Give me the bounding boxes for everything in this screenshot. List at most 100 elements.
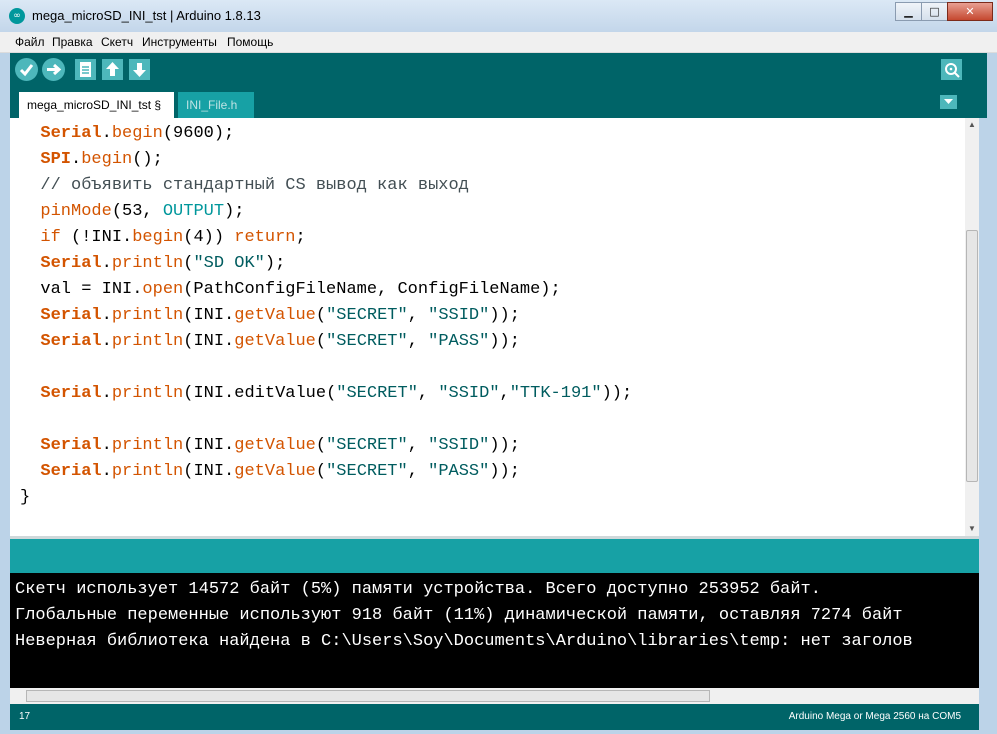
tab-menu-button[interactable] — [940, 95, 957, 109]
open-sketch-button[interactable] — [102, 59, 123, 80]
scrollbar-thumb[interactable] — [966, 230, 978, 482]
code-token: (9600); — [162, 124, 235, 143]
code-token: ); — [224, 202, 245, 221]
editor-vertical-scrollbar[interactable]: ▲ ▼ — [965, 118, 979, 536]
code-line: if (!INI.begin(4)) return; — [20, 225, 306, 251]
code-token: )); — [489, 332, 520, 351]
code-editor[interactable]: Serial.begin(9600); SPI.begin(); // объя… — [10, 118, 965, 536]
code-line: Serial.println("SD OK"); — [20, 251, 285, 277]
code-token: (INI. — [183, 306, 235, 325]
scrollbar-thumb[interactable] — [26, 690, 710, 702]
tab-ini-file[interactable]: INI_File.h — [178, 92, 254, 118]
code-token: Serial — [40, 384, 102, 403]
code-line: } — [20, 485, 30, 511]
close-button[interactable]: ✕ — [947, 2, 993, 21]
menu-file[interactable]: Файл — [15, 35, 45, 49]
serial-monitor-icon — [945, 63, 960, 78]
code-token: (INI.editValue( — [183, 384, 337, 403]
code-token: begin — [81, 150, 133, 169]
console-horizontal-scrollbar[interactable] — [10, 688, 979, 704]
menu-tools[interactable]: Инструменты — [142, 35, 217, 49]
code-line: Serial.println(INI.editValue("SECRET", "… — [20, 381, 632, 407]
code-token: pinMode — [40, 202, 112, 221]
code-token: ( — [315, 436, 327, 455]
code-token: . — [101, 332, 112, 351]
code-token: OUTPUT — [162, 202, 225, 221]
code-token: )); — [489, 306, 520, 325]
code-line: Serial.println(INI.getValue("SECRET", "S… — [20, 303, 520, 329]
console-line: Скетч использует 14572 байт (5%) памяти … — [15, 580, 821, 599]
message-bar — [10, 539, 979, 573]
code-token: (PathConfigFileName, ConfigFileName); — [183, 280, 561, 299]
code-token: getValue — [234, 462, 316, 481]
code-token: "SSID" — [428, 306, 490, 325]
code-token: Serial — [40, 124, 102, 143]
verify-button[interactable] — [15, 58, 38, 81]
code-token: getValue — [234, 436, 316, 455]
code-token: SPI — [40, 150, 72, 169]
upload-icon — [47, 63, 62, 76]
code-token: (!INI. — [60, 228, 133, 247]
code-token: return — [234, 228, 296, 247]
save-sketch-button[interactable] — [129, 59, 150, 80]
tab-main-sketch[interactable]: mega_microSD_INI_tst § — [19, 92, 174, 118]
code-token: , — [407, 436, 429, 455]
code-token: println — [111, 384, 184, 403]
code-token: ; — [295, 228, 306, 247]
menu-help[interactable]: Помощь — [227, 35, 273, 49]
maximize-button[interactable]: □ — [921, 2, 948, 21]
code-token: (INI. — [183, 462, 235, 481]
code-token: , — [407, 462, 429, 481]
code-line: pinMode(53, OUTPUT); — [20, 199, 244, 225]
code-token: ( — [315, 332, 327, 351]
code-token: , — [417, 384, 439, 403]
line-number: 17 — [19, 711, 31, 722]
code-token: "PASS" — [428, 332, 490, 351]
code-token: println — [111, 254, 184, 273]
code-token: "SECRET" — [336, 384, 418, 403]
new-sketch-button[interactable] — [75, 59, 96, 80]
code-token: , — [407, 332, 429, 351]
code-token: "TTK-191" — [509, 384, 602, 403]
code-token: ); — [264, 254, 286, 273]
code-token: "SSID" — [428, 436, 490, 455]
new-icon — [80, 62, 91, 77]
serial-monitor-button[interactable] — [941, 59, 962, 80]
code-line: Serial.println(INI.getValue("SECRET", "S… — [20, 433, 520, 459]
menu-bar: Файл Правка Скетч Инструменты Помощь — [0, 32, 997, 53]
code-token: Serial — [40, 332, 102, 351]
scroll-down-icon[interactable]: ▼ — [965, 522, 979, 536]
code-token: ( — [315, 462, 327, 481]
title-bar: ∞ mega_microSD_INI_tst | Arduino 1.8.13 … — [0, 0, 997, 32]
upload-button[interactable] — [42, 58, 65, 81]
code-token: (4)) — [183, 228, 235, 247]
code-token: (INI. — [183, 436, 235, 455]
console-line: Неверная библиотека найдена в C:\Users\S… — [15, 632, 913, 651]
code-token: (); — [132, 150, 163, 169]
code-token: val = INI. — [20, 280, 143, 299]
menu-sketch[interactable]: Скетч — [101, 35, 133, 49]
code-token: (53, — [111, 202, 163, 221]
menu-edit[interactable]: Правка — [52, 35, 93, 49]
code-token: ( — [315, 306, 327, 325]
verify-icon — [19, 64, 34, 77]
minimize-button[interactable]: ▁ — [895, 2, 922, 21]
code-token: . — [101, 254, 112, 273]
code-line: Serial.println(INI.getValue("SECRET", "P… — [20, 329, 520, 355]
code-token: begin — [132, 228, 184, 247]
code-token: "SECRET" — [326, 306, 408, 325]
code-token: // объявить стандартный CS вывод как вых… — [20, 176, 469, 195]
window-controls: ▁ □ ✕ — [895, 2, 993, 21]
code-line: Serial.begin(9600); — [20, 121, 234, 147]
scroll-up-icon[interactable]: ▲ — [965, 118, 979, 132]
code-token: if — [40, 228, 61, 247]
code-token: . — [101, 462, 112, 481]
code-token: ( — [183, 254, 194, 273]
console-output: Скетч использует 14572 байт (5%) памяти … — [10, 573, 979, 688]
